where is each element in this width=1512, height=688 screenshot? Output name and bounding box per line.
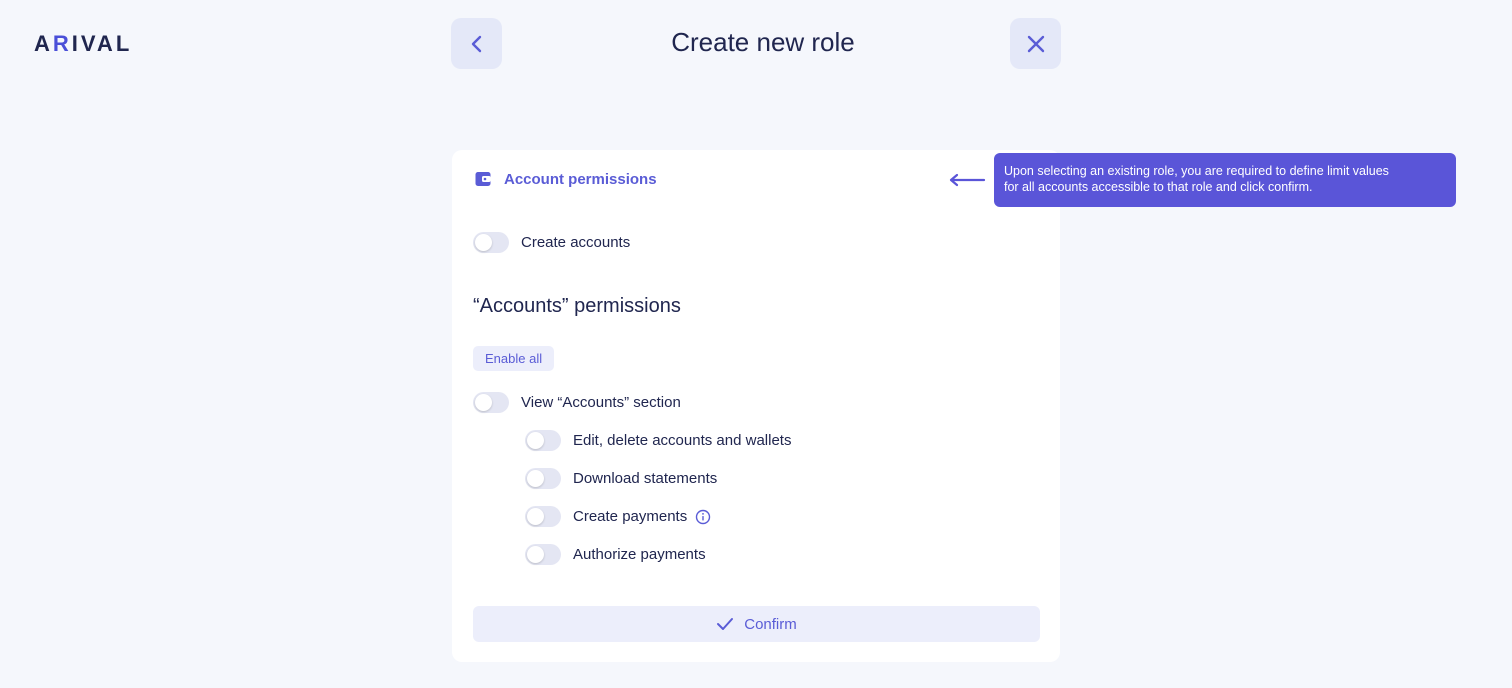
info-icon[interactable] [695, 509, 711, 525]
section-title: “Accounts” permissions [473, 295, 681, 317]
permissions-card: Account permissions Create accounts “Acc… [452, 150, 1060, 662]
back-button[interactable] [451, 18, 502, 69]
close-icon [1027, 35, 1044, 52]
permission-row-authorize-payments: Authorize payments [525, 544, 706, 565]
wallet-icon [475, 172, 491, 186]
page-title: Create new role [671, 27, 855, 57]
create-accounts-row: Create accounts [473, 232, 630, 253]
hint-tooltip: Upon selecting an existing role, you are… [994, 153, 1456, 207]
check-icon [717, 618, 734, 630]
view-accounts-label: View “Accounts” section [521, 394, 681, 411]
permission-label: Download statements [573, 470, 718, 487]
confirm-label: Confirm [744, 615, 797, 633]
permission-row-edit-delete: Edit, delete accounts and wallets [525, 430, 791, 451]
create-accounts-label: Create accounts [521, 234, 631, 251]
permission-label: Create payments [573, 508, 688, 525]
enable-all-button[interactable]: Enable all [473, 346, 555, 371]
close-button[interactable] [1010, 18, 1061, 69]
view-accounts-toggle[interactable] [473, 392, 509, 413]
logo-text-accent: R [52, 31, 72, 56]
download-statements-toggle[interactable] [525, 468, 561, 489]
logo-text-suffix: IVAL [71, 31, 133, 56]
arrow-left-icon [949, 173, 986, 187]
logo-text-prefix: A [34, 31, 53, 56]
section-header-label: Account permissions [504, 170, 657, 188]
onboarding-hint: Upon selecting an existing role, you are… [948, 153, 1456, 207]
create-accounts-toggle[interactable] [473, 232, 509, 253]
tooltip-line-2: for all accounts accessible to that role… [1004, 180, 1313, 194]
brand-logo: ARIVAL [34, 31, 132, 57]
create-payments-label-group: Create payments [573, 508, 711, 525]
create-payments-toggle[interactable] [525, 506, 561, 527]
confirm-button[interactable]: Confirm [473, 606, 1040, 642]
view-accounts-row: View “Accounts” section [473, 392, 681, 413]
authorize-payments-toggle[interactable] [525, 544, 561, 565]
chevron-left-icon [471, 35, 481, 52]
edit-delete-toggle[interactable] [525, 430, 561, 451]
tooltip-line-1: Upon selecting an existing role, you are… [1004, 164, 1389, 178]
permission-row-create-payments: Create payments [525, 506, 711, 527]
permission-label: Authorize payments [573, 546, 706, 563]
card-header: Account permissions [474, 170, 657, 188]
permission-label: Edit, delete accounts and wallets [573, 432, 792, 449]
permission-row-download-statements: Download statements [525, 468, 717, 489]
